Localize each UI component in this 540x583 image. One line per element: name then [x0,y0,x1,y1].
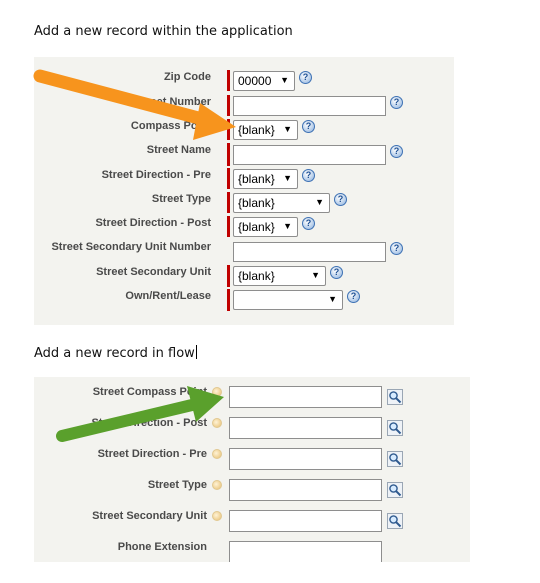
orange-arrow-icon [33,69,236,140]
green-arrow-icon [56,386,224,442]
annotation-arrows [33,69,236,442]
